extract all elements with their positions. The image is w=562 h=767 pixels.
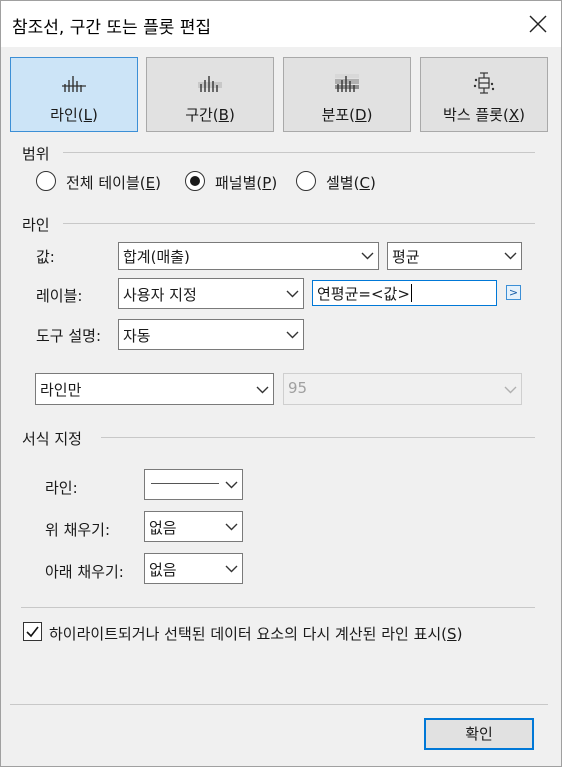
title-bar: 참조선, 구간 또는 플롯 편집	[1, 1, 561, 47]
fill-below-dropdown[interactable]: 없음	[144, 553, 243, 584]
scope-entire-table-radio[interactable]	[36, 171, 56, 191]
tab-line[interactable]: 라인(L)	[10, 57, 138, 132]
line-divider	[63, 223, 535, 224]
close-button[interactable]	[523, 9, 553, 39]
value-label: 값:	[36, 248, 55, 266]
chevron-down-icon	[286, 331, 299, 339]
line-mode-dropdown[interactable]: 라인만	[35, 373, 274, 405]
tab-band[interactable]: 구간(B)	[146, 57, 274, 132]
tab-line-label: 라인(	[50, 106, 84, 124]
chevron-down-icon	[286, 290, 299, 298]
tab-band-key: B	[218, 106, 229, 124]
formatting-heading: 서식 지정	[22, 430, 82, 448]
dialog-title: 참조선, 구간 또는 플롯 편집	[12, 18, 212, 38]
fill-above-value: 없음	[149, 519, 177, 537]
footer-divider	[10, 704, 548, 705]
fill-above-label: 위 채우기:	[45, 521, 111, 539]
recalc-divider	[21, 607, 535, 608]
tooltip-label: 도구 설명:	[36, 327, 102, 345]
scope-entire-table-label[interactable]: 전체 테이블(E)	[66, 172, 161, 193]
chevron-down-icon	[361, 252, 374, 260]
fill-above-dropdown[interactable]: 없음	[144, 511, 243, 542]
distribution-band-icon	[335, 74, 359, 92]
label-type-dropdown[interactable]: 사용자 지정	[118, 278, 304, 309]
label-text-value: 연평균=<값>	[317, 285, 410, 303]
tab-line-key: L	[83, 106, 92, 124]
fill-below-label: 아래 채우기:	[45, 563, 124, 581]
chevron-down-icon	[225, 565, 238, 573]
chevron-down-icon	[504, 386, 517, 394]
scope-per-pane-label[interactable]: 패널별(P)	[215, 172, 277, 193]
tab-line-suffix: )	[91, 106, 98, 124]
aggregation-dropdown[interactable]: 평균	[387, 242, 522, 270]
label-label: 레이블:	[36, 287, 83, 305]
recalc-checkbox[interactable]	[23, 622, 42, 641]
tab-box-plot-label: 박스 플롯(	[443, 106, 509, 124]
box-plot-icon	[473, 72, 495, 94]
edit-reference-line-dialog: 참조선, 구간 또는 플롯 편집 라인(L) 구간(B) 분포(D) 박스 플롯…	[0, 0, 562, 767]
tab-box-plot[interactable]: 박스 플롯(X)	[420, 57, 548, 132]
scope-heading: 범위	[22, 145, 50, 163]
insert-field-menu-button[interactable]: >	[506, 285, 521, 300]
reference-line-icon	[62, 76, 86, 92]
scope-divider	[63, 152, 535, 153]
aggregation-text: 평균	[392, 248, 420, 266]
formatting-divider	[101, 437, 535, 438]
close-icon	[529, 15, 547, 33]
line-heading: 라인	[22, 216, 50, 234]
label-type-text: 사용자 지정	[123, 286, 197, 304]
line-style-preview	[151, 483, 219, 484]
scope-per-cell-label[interactable]: 셀별(C)	[326, 172, 376, 193]
chevron-down-icon	[225, 523, 238, 531]
recalc-label[interactable]: 하이라이트되거나 선택된 데이터 요소의 다시 계산된 라인 표시(S)	[49, 623, 462, 644]
value-field-text: 합계(매출)	[123, 248, 190, 266]
tab-distribution-label: 분포(	[321, 106, 356, 124]
tab-distribution-suffix: )	[366, 106, 373, 124]
confidence-dropdown: 95	[283, 373, 522, 405]
tab-box-plot-suffix: )	[519, 106, 525, 124]
ok-button[interactable]: 확인	[424, 718, 534, 750]
line-mode-text: 라인만	[40, 381, 82, 399]
tab-box-plot-key: X	[508, 106, 520, 124]
chevron-down-icon	[256, 386, 269, 394]
value-field-dropdown[interactable]: 합계(매출)	[118, 242, 379, 270]
tooltip-dropdown[interactable]: 자동	[118, 319, 304, 350]
chevron-down-icon	[504, 252, 517, 260]
text-caret	[410, 284, 412, 302]
reference-band-icon	[198, 76, 222, 92]
tab-distribution-key: D	[355, 106, 367, 124]
scope-per-pane-radio[interactable]	[185, 171, 205, 191]
confidence-text: 95	[288, 379, 308, 397]
line-style-label: 라인:	[45, 479, 78, 497]
checkmark-icon	[26, 626, 39, 638]
scope-per-cell-radio[interactable]	[296, 171, 316, 191]
chevron-down-icon	[225, 481, 238, 489]
label-text-input[interactable]: 연평균=<값>	[312, 280, 497, 306]
tooltip-value: 자동	[123, 327, 151, 345]
fill-below-value: 없음	[149, 561, 177, 579]
tab-band-label: 구간(	[185, 106, 219, 124]
tab-distribution[interactable]: 분포(D)	[283, 57, 411, 132]
line-style-dropdown[interactable]	[144, 469, 243, 500]
tab-band-suffix: )	[228, 106, 235, 124]
